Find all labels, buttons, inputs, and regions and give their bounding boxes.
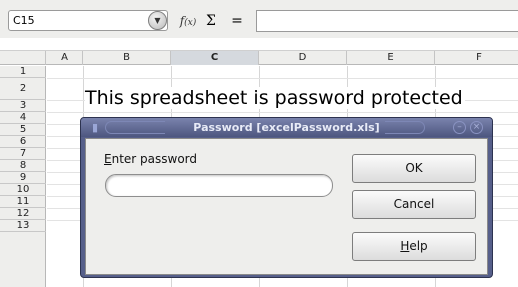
function-wizard-icon[interactable]: f(x): [178, 11, 198, 31]
chevron-down-icon[interactable]: ▼: [148, 11, 167, 30]
password-field[interactable]: [105, 174, 333, 197]
ok-button[interactable]: OK: [352, 154, 476, 183]
row-header-5[interactable]: 5: [0, 124, 46, 136]
column-header-d[interactable]: D: [259, 51, 347, 65]
dialog-body: Enter password OK Cancel Help: [85, 138, 488, 275]
formula-bar: C15 ▼ f(x) Σ =: [0, 0, 518, 38]
help-label-text: elp: [409, 239, 428, 253]
row-header-8[interactable]: 8: [0, 160, 46, 172]
password-label-text: nter password: [111, 152, 198, 166]
formula-input[interactable]: [256, 10, 518, 32]
help-button[interactable]: Help: [352, 232, 476, 261]
column-header-row: A B C D E F: [0, 50, 518, 65]
dialog-title: Password [excelPassword.xls]: [193, 121, 380, 134]
password-label: Enter password: [104, 152, 197, 166]
row-header-4[interactable]: 4: [0, 112, 46, 124]
column-header-a[interactable]: A: [47, 51, 83, 65]
sum-icon[interactable]: Σ: [202, 11, 220, 31]
row-header-2[interactable]: 2: [0, 78, 46, 100]
password-label-mnemonic: E: [104, 152, 112, 166]
row-header-13[interactable]: 13: [0, 220, 46, 232]
password-dialog: ▮ Password [excelPassword.xls] – × Enter…: [80, 117, 493, 278]
row-header-3[interactable]: 3: [0, 100, 46, 112]
row-header-6[interactable]: 6: [0, 136, 46, 148]
column-header-f[interactable]: F: [435, 51, 518, 65]
row-header-11[interactable]: 11: [0, 196, 46, 208]
row-header-9[interactable]: 9: [0, 172, 46, 184]
help-mnemonic: H: [400, 239, 410, 253]
cancel-button[interactable]: Cancel: [352, 190, 476, 219]
row-header-7[interactable]: 7: [0, 148, 46, 160]
row-header-10[interactable]: 10: [0, 184, 46, 196]
row-header-12[interactable]: 12: [0, 208, 46, 220]
equals-icon[interactable]: =: [228, 11, 246, 31]
row-header-column: 1 2 3 4 5 6 7 8 9 10 11 12 13: [0, 66, 46, 287]
gridline: [47, 78, 518, 79]
minimize-icon[interactable]: –: [453, 121, 466, 134]
name-box[interactable]: C15: [8, 10, 168, 31]
close-icon[interactable]: ×: [470, 121, 483, 134]
name-box-value: C15: [13, 14, 35, 27]
gridline: [47, 112, 518, 113]
column-header-b[interactable]: B: [83, 51, 171, 65]
column-header-e[interactable]: E: [347, 51, 435, 65]
row-header-1[interactable]: 1: [0, 66, 46, 78]
dialog-titlebar[interactable]: ▮ Password [excelPassword.xls] – ×: [81, 118, 492, 137]
select-all-corner[interactable]: [0, 51, 46, 65]
cell-b2-text[interactable]: This spreadsheet is password protected: [85, 87, 465, 109]
fx-sub-glyph: (x): [184, 18, 197, 28]
column-header-c[interactable]: C: [171, 51, 259, 65]
